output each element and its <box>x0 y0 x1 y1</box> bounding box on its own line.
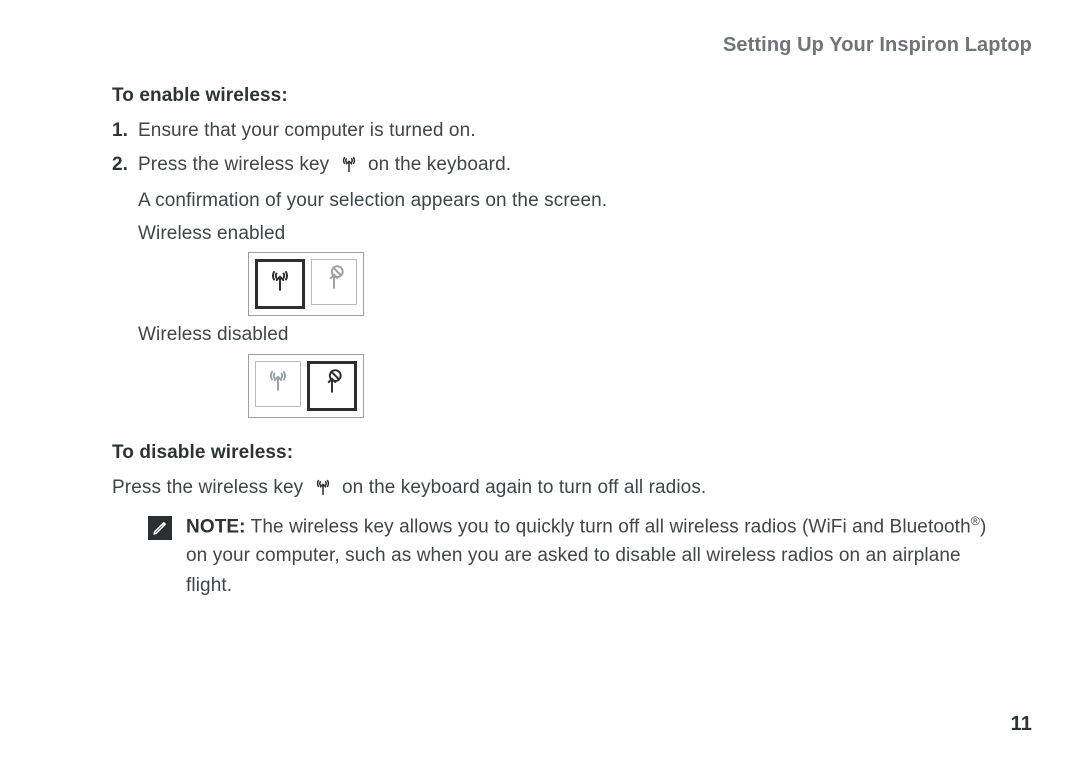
page-number: 11 <box>1011 709 1032 740</box>
wireless-icon <box>267 266 293 301</box>
enable-heading: To enable wireless: <box>48 81 1032 110</box>
running-header: Setting Up Your Inspiron Laptop <box>48 30 1032 61</box>
wireless-disabled-icon <box>321 264 347 299</box>
wireless-icon <box>265 366 291 401</box>
registered-symbol: ® <box>971 514 980 528</box>
wireless-disabled-icon <box>319 368 345 403</box>
step-1: 1. Ensure that your computer is turned o… <box>112 116 1032 145</box>
disabled-label: Wireless disabled <box>138 320 1032 349</box>
indicator-box-disabled <box>248 354 364 418</box>
disable-text: Press the wireless key on the keyboard a… <box>112 473 1032 505</box>
disabled-indicator <box>248 354 1032 418</box>
step-number: 1. <box>112 116 132 145</box>
note-label: NOTE: <box>186 516 246 537</box>
wireless-on-tile <box>255 361 301 407</box>
wireless-icon <box>339 153 359 182</box>
enabled-label: Wireless enabled <box>138 219 1032 248</box>
step-text: Ensure that your computer is turned on. <box>138 116 1032 145</box>
note-text-before: The wireless key allows you to quickly t… <box>246 516 971 537</box>
wireless-icon <box>313 476 333 505</box>
step-text: Press the wireless key on the keyboard. <box>138 150 1032 182</box>
enabled-indicator <box>248 252 1032 316</box>
indicator-box-enabled <box>248 252 364 316</box>
disable-text-after: on the keyboard again to turn off all ra… <box>342 477 706 498</box>
step-text-before: Press the wireless key <box>138 154 335 175</box>
wireless-off-tile <box>311 259 357 305</box>
disable-heading: To disable wireless: <box>48 438 1032 467</box>
step-2: 2. Press the wireless key on the keyboar… <box>112 150 1032 182</box>
wireless-on-tile <box>255 259 305 309</box>
enable-steps-list: 1. Ensure that your computer is turned o… <box>48 116 1032 182</box>
wireless-off-tile <box>307 361 357 411</box>
step-number: 2. <box>112 150 132 182</box>
pencil-note-icon <box>148 516 172 540</box>
step-text-after: on the keyboard. <box>368 154 511 175</box>
note-body: NOTE: The wireless key allows you to qui… <box>186 512 992 601</box>
manual-page: Setting Up Your Inspiron Laptop To enabl… <box>0 0 1080 766</box>
disable-text-before: Press the wireless key <box>112 477 309 498</box>
confirmation-text: A confirmation of your selection appears… <box>138 186 1032 215</box>
note: NOTE: The wireless key allows you to qui… <box>148 512 992 601</box>
